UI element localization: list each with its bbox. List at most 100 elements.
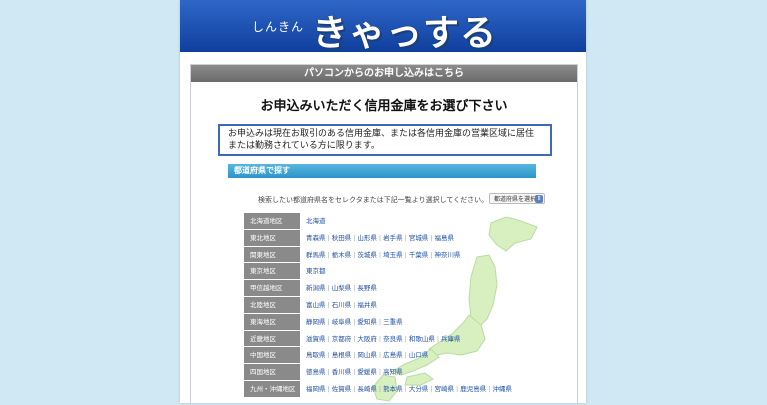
region-prefecture-links: 青森県 | 秋田県 | 山形県 | 岩手県 | 宮城県 | 福島県 bbox=[306, 230, 454, 246]
region-row: 甲信越地区 新潟県 | 山梨県 | 長野県 bbox=[244, 280, 544, 297]
separator: | bbox=[430, 233, 433, 242]
prefecture-link[interactable]: 山形県 bbox=[357, 234, 377, 242]
prefecture-link[interactable]: 愛媛県 bbox=[357, 368, 377, 376]
separator: | bbox=[404, 233, 407, 242]
separator: | bbox=[378, 233, 382, 242]
prefecture-select[interactable]: 都道府県を選択 ⇕ bbox=[489, 193, 545, 204]
prefecture-link[interactable]: 熊本県 bbox=[383, 385, 403, 393]
separator: | bbox=[327, 233, 330, 242]
prefecture-link[interactable]: 京都府 bbox=[332, 335, 352, 343]
prefecture-link[interactable]: 青森県 bbox=[306, 234, 326, 242]
separator: | bbox=[378, 384, 382, 393]
prefecture-link[interactable]: 高知県 bbox=[383, 368, 403, 376]
prefecture-link[interactable]: 宮崎県 bbox=[435, 385, 455, 393]
prefecture-link[interactable]: 岡山県 bbox=[357, 351, 377, 359]
region-prefecture-links: 富山県 | 石川県 | 福井県 bbox=[306, 297, 377, 313]
instruction-text: 検索したい都道府県名をセレクタまたは下記一覧より選択してください。 bbox=[258, 196, 489, 204]
prefecture-link[interactable]: 石川県 bbox=[332, 301, 352, 309]
prefecture-link[interactable]: 鳥取県 bbox=[306, 351, 326, 359]
separator: | bbox=[353, 300, 356, 309]
separator: | bbox=[353, 284, 356, 293]
prefecture-link[interactable]: 大分県 bbox=[409, 385, 429, 393]
separator: | bbox=[378, 351, 382, 360]
prefecture-link[interactable]: 福岡県 bbox=[306, 385, 326, 393]
region-prefecture-links: 北海道 bbox=[306, 213, 326, 229]
separator: | bbox=[488, 384, 491, 393]
separator: | bbox=[456, 384, 459, 393]
prefecture-link[interactable]: 岐阜県 bbox=[332, 318, 352, 326]
prefecture-link[interactable]: 和歌山県 bbox=[409, 335, 435, 343]
prefecture-link[interactable]: 福井県 bbox=[357, 301, 377, 309]
prefecture-link[interactable]: 山口県 bbox=[409, 351, 429, 359]
separator: | bbox=[378, 334, 382, 343]
prefecture-link[interactable]: 栃木県 bbox=[332, 251, 352, 259]
prefecture-link[interactable]: 北海道 bbox=[306, 217, 326, 225]
prefecture-link[interactable]: 新潟県 bbox=[306, 284, 326, 292]
separator: | bbox=[436, 334, 440, 343]
brand-logo[interactable]: きゃっする bbox=[312, 4, 497, 56]
separator: | bbox=[353, 334, 356, 343]
prefecture-link[interactable]: 福島県 bbox=[435, 234, 455, 242]
prefecture-link[interactable]: 茨城県 bbox=[357, 251, 377, 259]
region-name: 北陸地区 bbox=[244, 296, 300, 313]
prefecture-link[interactable]: 東京都 bbox=[306, 267, 326, 275]
prefecture-link[interactable]: 大阪府 bbox=[357, 335, 377, 343]
page-container: しんきん きゃっする パソコンからのお申し込みはこちら お申込みいただく信用金庫… bbox=[180, 0, 586, 404]
region-row: 東海地区 静岡県 | 岐阜県 | 愛知県 | 三重県 bbox=[244, 313, 544, 331]
region-prefecture-links: 静岡県 | 岐阜県 | 愛知県 | 三重県 bbox=[306, 314, 403, 330]
prefecture-link[interactable]: 広島県 bbox=[383, 351, 403, 359]
prefecture-link[interactable]: 秋田県 bbox=[332, 234, 352, 242]
prefecture-link[interactable]: 兵庫県 bbox=[441, 335, 461, 343]
separator: | bbox=[378, 250, 382, 259]
prefecture-link[interactable]: 愛知県 bbox=[357, 318, 377, 326]
region-prefecture-links: 鳥取県 | 島根県 | 岡山県 | 広島県 | 山口県 bbox=[306, 347, 428, 363]
region-prefecture-links: 福岡県 | 佐賀県 | 長崎県 | 熊本県 | 大分県 | 宮崎県 | 鹿児島県 | 沖縄県 bbox=[306, 381, 512, 397]
separator: | bbox=[327, 384, 330, 393]
separator: | bbox=[404, 384, 407, 393]
region-prefecture-links: 徳島県 | 香川県 | 愛媛県 | 高知県 bbox=[306, 364, 403, 380]
region-prefecture-links: 群馬県 | 栃木県 | 茨城県 | 埼玉県 | 千葉県 | 神奈川県 bbox=[306, 247, 461, 263]
prefecture-link[interactable]: 山梨県 bbox=[332, 284, 352, 292]
prefecture-link[interactable]: 岩手県 bbox=[383, 234, 403, 242]
separator: | bbox=[430, 250, 433, 259]
region-row: 中国地区 鳥取県 | 島根県 | 岡山県 | 広島県 | 山口県 bbox=[244, 347, 544, 364]
separator: | bbox=[353, 317, 356, 326]
prefecture-select-label: 都道府県を選択 bbox=[494, 196, 537, 203]
prefecture-link[interactable]: 徳島県 bbox=[306, 368, 326, 376]
region-row: 四国地区 徳島県 | 香川県 | 愛媛県 | 高知県 bbox=[244, 364, 544, 381]
prefecture-link[interactable]: 滋賀県 bbox=[306, 335, 326, 343]
region-row: 北海道地区 北海道 bbox=[244, 213, 544, 230]
prefecture-link[interactable]: 沖縄県 bbox=[492, 385, 512, 393]
separator: | bbox=[327, 368, 330, 377]
separator: | bbox=[327, 284, 330, 293]
prefecture-link[interactable]: 群馬県 bbox=[306, 251, 326, 259]
region-name: 北海道地区 bbox=[244, 213, 300, 229]
prefecture-link[interactable]: 富山県 bbox=[306, 301, 326, 309]
separator: | bbox=[353, 351, 356, 360]
separator: | bbox=[430, 384, 433, 393]
prefecture-link[interactable]: 静岡県 bbox=[306, 318, 326, 326]
region-prefecture-links: 滋賀県 | 京都府 | 大阪府 | 奈良県 | 和歌山県 | 兵庫県 bbox=[306, 331, 461, 347]
prefecture-link[interactable]: 香川県 bbox=[332, 368, 352, 376]
region-name: 関東地区 bbox=[244, 246, 300, 263]
region-name: 九州・沖縄地区 bbox=[244, 380, 300, 397]
prefecture-link[interactable]: 三重県 bbox=[383, 318, 403, 326]
prefecture-link[interactable]: 鹿児島県 bbox=[460, 385, 486, 393]
region-row: 九州・沖縄地区 福岡県 | 佐賀県 | 長崎県 | 熊本県 | 大分県 | 宮崎県 | 鹿児島県 | 沖縄県 bbox=[244, 380, 544, 398]
region-name: 近畿地区 bbox=[244, 330, 300, 347]
region-prefecture-links: 新潟県 | 山梨県 | 長野県 bbox=[306, 280, 377, 296]
prefecture-link[interactable]: 佐賀県 bbox=[332, 385, 352, 393]
region-row: 関東地区 群馬県 | 栃木県 | 茨城県 | 埼玉県 | 千葉県 | 神奈川県 bbox=[244, 246, 544, 264]
prefecture-link[interactable]: 神奈川県 bbox=[435, 251, 461, 259]
prefecture-link[interactable]: 埼玉県 bbox=[383, 251, 403, 259]
separator: | bbox=[327, 250, 330, 259]
page-title: お申込みいただく信用金庫をお選び下さい bbox=[260, 99, 508, 114]
prefecture-link[interactable]: 奈良県 bbox=[383, 335, 403, 343]
prefecture-link[interactable]: 宮城県 bbox=[409, 234, 429, 242]
region-name: 東海地区 bbox=[244, 313, 300, 330]
prefecture-link[interactable]: 長野県 bbox=[357, 284, 377, 292]
prefecture-link[interactable]: 千葉県 bbox=[409, 251, 429, 259]
separator: | bbox=[404, 250, 407, 259]
prefecture-link[interactable]: 長崎県 bbox=[357, 385, 377, 393]
prefecture-link[interactable]: 島根県 bbox=[332, 351, 352, 359]
